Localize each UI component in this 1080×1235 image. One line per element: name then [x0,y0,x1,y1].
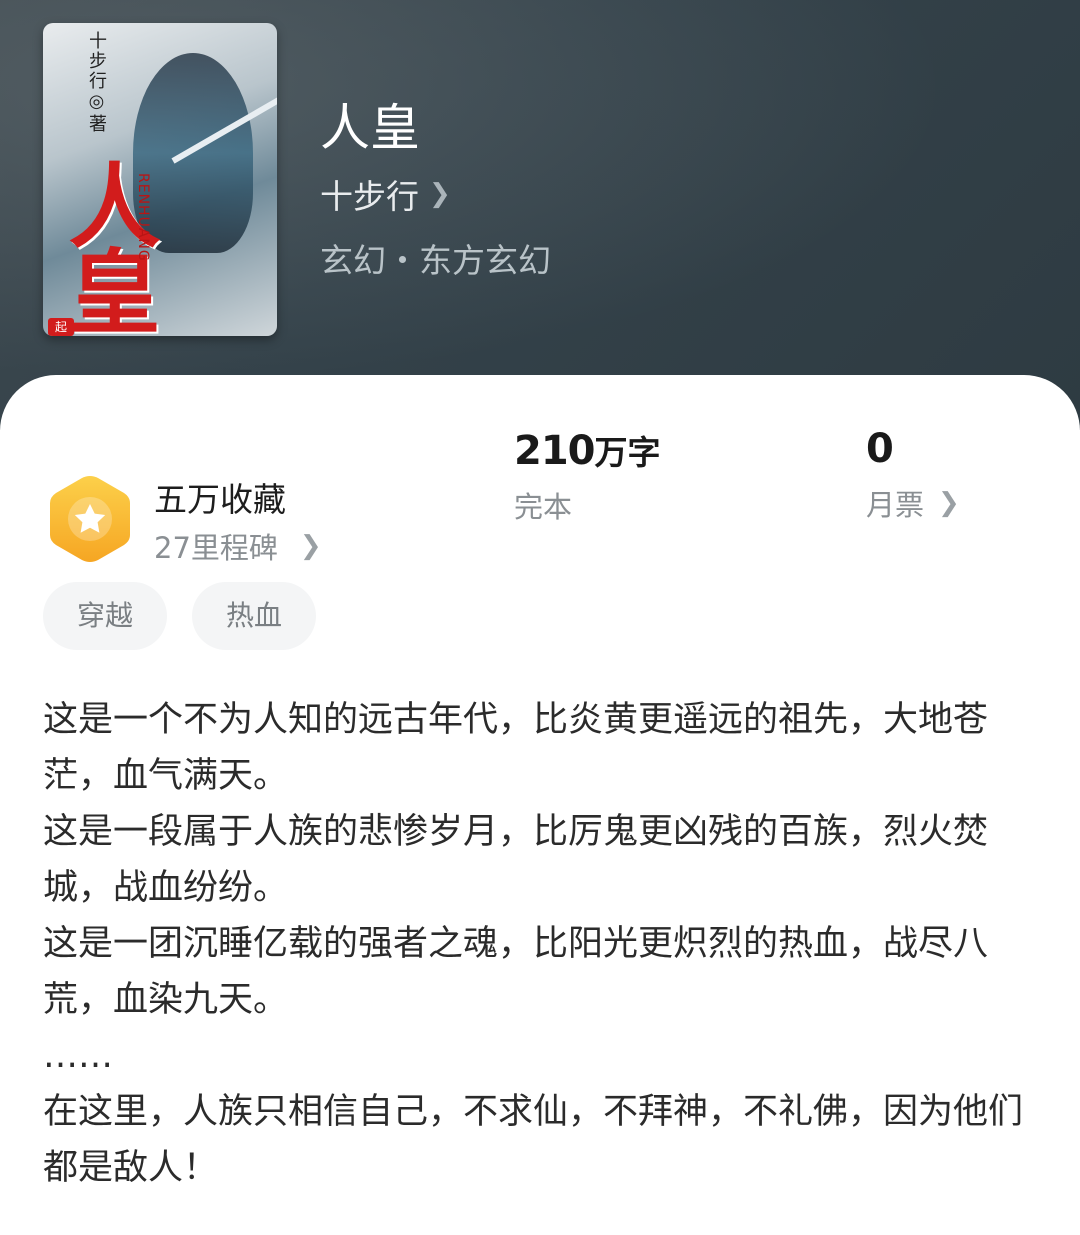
tag-chip[interactable]: 热血 [192,582,316,650]
chevron-right-icon: ❯ [938,488,960,518]
book-synopsis: 这是一个不为人知的远古年代，比炎黄更遥远的祖先，大地苍茫，血气满天。 这是一段属… [43,692,1033,1196]
milestone-title[interactable]: 五万收藏 [154,473,286,521]
monthly-votes-label: 月票 [866,488,925,522]
milestone-subtitle: 27里程碑 [154,531,278,565]
chevron-right-icon: ❯ [429,179,451,209]
synopsis-paragraph: 这是一个不为人知的远古年代，比炎黄更遥远的祖先，大地苍茫，血气满天。 [43,700,989,796]
cover-pinyin: RENHUANG [135,173,151,262]
synopsis-ellipsis: …… [43,1036,113,1076]
synopsis-paragraph: 这是一团沉睡亿载的强者之魂，比阳光更炽烈的热血，战尽八荒，血染九天。 [43,924,989,1020]
synopsis-paragraph: 这是一段属于人族的悲惨岁月，比厉鬼更凶残的百族，烈火焚城，战血纷纷。 [43,812,989,908]
star-hexagon-icon[interactable] [48,474,132,564]
chevron-right-icon: ❯ [299,531,322,561]
monthly-votes-label-row: 月票 ❯ [866,482,960,524]
tag-chip[interactable]: 穿越 [43,582,167,650]
author-link[interactable]: 十步行 ❯ [320,170,451,218]
monthly-votes-stat[interactable]: 0 月票 ❯ [866,426,960,524]
milestone-link[interactable]: 27里程碑 ❯ [154,525,322,567]
word-count-number: 210 [514,428,595,474]
book-genre: 玄幻・东方玄幻 [320,241,551,280]
completion-status: 完本 [514,490,573,524]
monthly-votes-number: 0 [866,426,894,472]
book-title: 人皇 [320,99,420,157]
author-name: 十步行 [320,177,419,216]
book-cover[interactable]: 十步行◎著 人皇 RENHUANG 起 [43,23,277,336]
word-count-stat: 210万字 完本 [514,426,661,526]
cover-author: 十步行◎著 [86,31,107,134]
synopsis-paragraph: 在这里，人族只相信自己，不求仙，不拜神，不礼佛，因为他们都是敌人！ [43,1092,1024,1188]
cover-badge: 起 [48,318,74,336]
word-count-unit: 万字 [594,433,661,472]
